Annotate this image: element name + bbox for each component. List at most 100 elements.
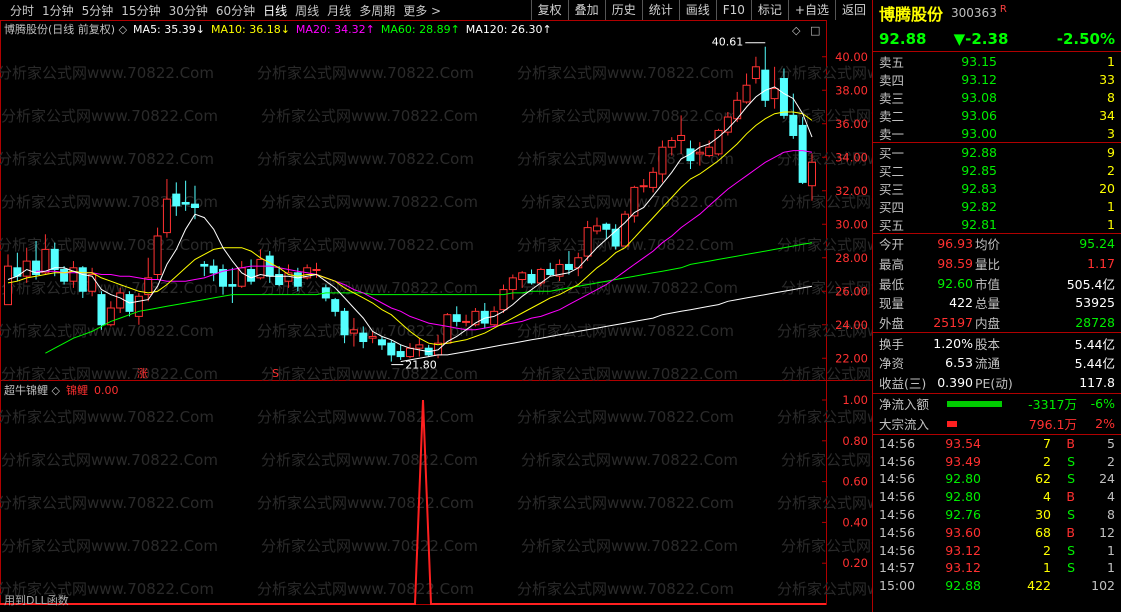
tick-list[interactable]: 14:56 93.54 7 B 5 14:56 93.49 2 S 2 14:56 92.80 62 S 2… (873, 435, 1121, 595)
watermark-text: 分析家公式网www.70822.Com (521, 193, 738, 211)
kline-chart[interactable]: 分析家公式网www.70822.Com 分析家公式网www.70822.Com 分析… (0, 20, 872, 612)
toolbar-button-1[interactable]: 叠加 (567, 0, 605, 20)
bids-row[interactable]: 买三 92.83 20 (873, 179, 1121, 197)
asks-row[interactable]: 卖二 93.06 34 (873, 106, 1121, 124)
watermark-text: 分析家公式网www.70822.Com (777, 494, 872, 512)
toolbar-button-6[interactable]: 标记 (750, 0, 788, 20)
toolbar-button-8[interactable]: 返回 (834, 0, 872, 20)
toolbar-button-4[interactable]: 画线 (678, 0, 716, 20)
stats1-value-2: 505.4亿 (1066, 276, 1115, 292)
asks-row[interactable]: 卖一 93.00 3 (873, 124, 1121, 142)
flow-pct: 2% (1095, 416, 1115, 431)
high-label: 40.61 (712, 36, 744, 49)
ma5-line (7, 86, 813, 353)
bids-row[interactable]: 买二 92.85 2 (873, 161, 1121, 179)
period-tab-3[interactable]: 15分钟 (121, 2, 160, 19)
bids-row[interactable]: 买一 92.88 9 (873, 143, 1121, 161)
flow-value: 796.1万 (1028, 417, 1077, 432)
stock-name: 博腾股份 (879, 5, 944, 24)
stats1-value-2: 1.17 (1087, 256, 1115, 272)
sub-legend-title[interactable]: 超牛锦鲤 ◇ (4, 382, 60, 398)
stats1-label-2: 市值 (975, 276, 1001, 292)
period-tab-5[interactable]: 60分钟 (216, 2, 255, 19)
candle-body-down (190, 203, 199, 208)
candle-body-up (237, 267, 246, 287)
candle-body-up (677, 134, 686, 141)
period-tab-7[interactable]: 周线 (295, 2, 319, 19)
watermark-text: 分析家公式网www.70822.Com (257, 580, 474, 598)
period-tab-8[interactable]: 月线 (327, 2, 351, 19)
asks-row[interactable]: 卖五 93.15 1 (873, 52, 1121, 70)
watermark-text: 分析家公式网www.70822.Com (0, 236, 214, 254)
watermark-text: 分析家公式网www.70822.Com (0, 408, 214, 426)
watermark-text: 分析家公式网www.70822.Com (261, 193, 478, 211)
watermark-text: 分析家公式网www.70822.Com (257, 150, 474, 168)
watermark-text: 分析家公式网www.70822.Com (0, 64, 214, 82)
candle-body-up (153, 235, 162, 276)
candle-body-down (779, 78, 788, 116)
asks-row[interactable]: 卖三 93.08 8 (873, 88, 1121, 106)
candle-body-down (387, 342, 396, 356)
stats1-label-2: 均价 (975, 237, 1001, 253)
bids-label: 买一 (879, 145, 905, 161)
watermark-text: 分析家公式网www.70822.Com (777, 64, 872, 82)
watermark-text: 分析家公式网www.70822.Com (521, 451, 738, 469)
bids-row[interactable]: 买五 92.81 1 (873, 215, 1121, 233)
tick-price: 93.60 (945, 524, 981, 540)
legend-title[interactable]: 博腾股份(日线 前复权) ◇ (4, 21, 127, 37)
sub-y-tick-label: 0.80 (842, 434, 868, 448)
candle-body-up (349, 329, 358, 334)
tick-count: 12 (1099, 524, 1115, 540)
stats1-label: 外盘 (879, 316, 905, 332)
stats2-label-2: 流通 (975, 356, 1001, 372)
stats2-row: 换手 1.20% 股本 5.44亿 (873, 333, 1121, 353)
tick-volume: 2 (1043, 542, 1051, 558)
price-change: ▼-2.38 (953, 29, 1009, 48)
tick-volume: 62 (1035, 471, 1051, 487)
tick-direction: S (1067, 453, 1075, 469)
tick-price: 92.76 (945, 507, 981, 523)
toolbar-button-0[interactable]: 复权 (530, 0, 568, 20)
s-marker: S (272, 367, 279, 380)
period-tab-4[interactable]: 30分钟 (169, 2, 208, 19)
tick-volume: 2 (1043, 453, 1051, 469)
asks-volume: 33 (1099, 71, 1115, 87)
stats2-label-2: 股本 (975, 336, 1001, 352)
asks-row[interactable]: 卖四 93.12 33 (873, 70, 1121, 88)
tick-row: 14:57 93.12 1 S 1 (873, 559, 1121, 577)
candle-body-up (368, 335, 377, 339)
watermark-text: 分析家公式网www.70822.Com (521, 107, 738, 125)
period-tab-2[interactable]: 5分钟 (82, 2, 114, 19)
candle-body-up (770, 88, 779, 100)
period-tab-9[interactable]: 多周期 (359, 2, 395, 19)
tick-volume: 7 (1043, 435, 1051, 451)
legend-ma60: MA60: 28.89↑ (380, 22, 460, 36)
tick-time: 14:56 (879, 542, 916, 558)
candle-body-down (564, 263, 573, 270)
tick-price: 92.80 (945, 489, 981, 505)
toolbar-button-3[interactable]: 统计 (641, 0, 679, 20)
asks-volume: 3 (1107, 125, 1115, 141)
bids-label: 买四 (879, 199, 905, 215)
tick-time: 14:56 (879, 507, 916, 523)
candle-body-up (22, 260, 31, 277)
period-tab-0[interactable]: 分时 (10, 2, 34, 19)
low-label: 21.80 (405, 359, 437, 372)
tick-volume: 422 (1027, 578, 1051, 594)
stats2-row: 净资 6.53 流通 5.44亿 (873, 353, 1121, 373)
bids-row[interactable]: 买四 92.82 1 (873, 197, 1121, 215)
sub-legend-name: 锦鲤 (65, 384, 88, 397)
toolbar-button-2[interactable]: 历史 (604, 0, 642, 20)
toolbar-button-5[interactable]: F10 (715, 0, 751, 20)
candle-body-down (172, 193, 181, 207)
period-tab-6[interactable]: 日线 (263, 2, 287, 19)
candle-body-up (508, 277, 517, 291)
y-tick-label: 38.00 (835, 83, 868, 97)
period-tab-1[interactable]: 1分钟 (42, 2, 74, 19)
tick-count: 1 (1107, 542, 1115, 558)
period-tab-10[interactable]: 更多 > (403, 2, 441, 19)
watermark-text: 分析家公式网www.70822.Com (1, 365, 218, 383)
tick-count: 1 (1107, 560, 1115, 576)
candle-body-down (181, 201, 190, 205)
toolbar-button-7[interactable]: +自选 (787, 0, 835, 20)
